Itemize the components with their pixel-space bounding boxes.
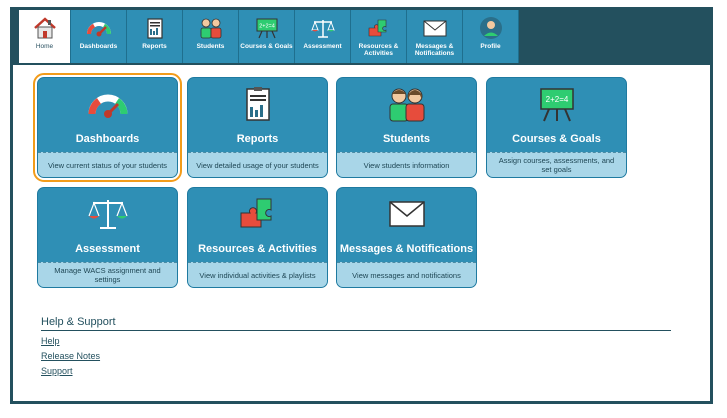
app-frame: Home Dashboards Reports Students 2+2=4 C… xyxy=(10,7,713,404)
tile-resources-activities[interactable]: Resources & Activities View individual a… xyxy=(187,187,328,288)
tile-messages-notifications[interactable]: Messages & Notifications View messages a… xyxy=(336,187,477,288)
release-notes-link[interactable]: Release Notes xyxy=(41,351,671,361)
help-support-title: Help & Support xyxy=(41,316,671,331)
tab-label: Home xyxy=(35,43,54,50)
tab-home[interactable]: Home xyxy=(19,10,71,63)
tab-label: Resources & Activities xyxy=(358,43,399,57)
tab-label: Assessment xyxy=(303,43,342,50)
tab-dashboards[interactable]: Dashboards xyxy=(71,10,127,63)
tile-description: View students information xyxy=(337,152,476,177)
tile-description: View messages and notifications xyxy=(337,262,476,287)
tile-title: Resources & Activities xyxy=(198,243,317,255)
tile-title: Students xyxy=(382,133,431,145)
tab-label: Reports xyxy=(142,43,167,50)
tile-students[interactable]: Students View students information xyxy=(336,77,477,178)
scales-icon xyxy=(38,196,177,232)
help-link[interactable]: Help xyxy=(41,336,671,346)
tile-title: Messages & Notifications xyxy=(339,243,474,255)
tile-title: Assessment xyxy=(75,243,140,255)
profile-icon xyxy=(477,15,505,41)
tile-assessment[interactable]: Assessment Manage WACS assignment and se… xyxy=(37,187,178,288)
tile-description: Manage WACS assignment and settings xyxy=(38,262,177,287)
envelope-icon xyxy=(337,196,476,232)
help-support-section: Help & Support Help Release Notes Suppor… xyxy=(41,316,671,376)
tile-reports[interactable]: Reports View detailed usage of your stud… xyxy=(187,77,328,178)
envelope-icon xyxy=(421,15,449,41)
tab-messages-notifications[interactable]: Messages & Notifications xyxy=(407,10,463,63)
students-icon xyxy=(197,15,225,41)
top-navigation-bar: Home Dashboards Reports Students 2+2=4 C… xyxy=(13,10,710,65)
gauge-icon xyxy=(38,86,177,122)
nav-tabs: Home Dashboards Reports Students 2+2=4 C… xyxy=(19,10,519,63)
scales-icon xyxy=(309,15,337,41)
tab-label: Dashboards xyxy=(79,43,118,50)
tile-description: Assign courses, assessments, and set goa… xyxy=(487,152,626,177)
tile-dashboards[interactable]: Dashboards View current status of your s… xyxy=(33,73,182,182)
gauge-icon xyxy=(85,15,113,41)
easel-text: 2+2=4 xyxy=(259,24,275,30)
report-icon xyxy=(188,86,327,122)
tile-courses-goals[interactable]: 2+2=4 Courses & Goals Assign courses, as… xyxy=(486,77,627,178)
tab-label: Courses & Goals xyxy=(240,43,293,50)
easel-text: 2+2=4 xyxy=(545,95,568,104)
tab-profile[interactable]: Profile xyxy=(463,10,519,63)
puzzle-icon xyxy=(188,196,327,232)
tab-assessment[interactable]: Assessment xyxy=(295,10,351,63)
tab-label: Messages & Notifications xyxy=(414,43,455,57)
support-link[interactable]: Support xyxy=(41,366,671,376)
tile-title: Courses & Goals xyxy=(512,133,601,145)
report-icon xyxy=(141,15,169,41)
home-icon xyxy=(31,15,59,41)
tile-description: View detailed usage of your students xyxy=(188,152,327,177)
tile-description: View current status of your students xyxy=(38,152,177,177)
easel-icon: 2+2=4 xyxy=(487,86,626,122)
easel-icon: 2+2=4 xyxy=(253,15,281,41)
puzzle-icon xyxy=(365,15,393,41)
tab-resources-activities[interactable]: Resources & Activities xyxy=(351,10,407,63)
tab-students[interactable]: Students xyxy=(183,10,239,63)
tile-title: Dashboards xyxy=(75,133,140,145)
tile-title: Reports xyxy=(236,133,279,145)
tab-reports[interactable]: Reports xyxy=(127,10,183,63)
tab-courses-goals[interactable]: 2+2=4 Courses & Goals xyxy=(239,10,295,63)
tab-label: Profile xyxy=(480,43,501,50)
tab-label: Students xyxy=(196,43,225,50)
students-icon xyxy=(337,86,476,122)
tile-description: View individual activities & playlists xyxy=(188,262,327,287)
